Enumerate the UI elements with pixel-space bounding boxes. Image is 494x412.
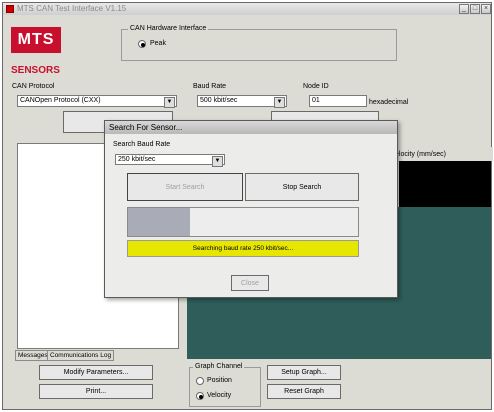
start-search-button[interactable]: Start Search	[127, 173, 243, 201]
protocol-value: CANOpen Protocol (CXX)	[20, 97, 101, 104]
search-dialog: Search For Sensor... Search Baud Rate 25…	[104, 120, 398, 298]
dialog-title: Search For Sensor...	[105, 121, 397, 134]
peak-label: Peak	[150, 40, 166, 47]
window-title: MTS CAN Test Interface V1.15	[17, 4, 127, 13]
node-id-input[interactable]: 01	[309, 95, 367, 107]
search-status-bar: Searching baud rate 250 kbit/sec...	[127, 240, 359, 257]
graph-channel-group: Graph Channel Position Velocity	[189, 363, 261, 407]
mts-logo: MTS	[11, 27, 61, 53]
search-baud-value: 250 kbit/sec	[118, 156, 156, 163]
velocity-radio[interactable]	[196, 392, 204, 400]
print-button[interactable]: Print...	[39, 384, 153, 399]
hardware-group-title: CAN Hardware Interface	[128, 25, 209, 32]
velocity-label: Velocity	[207, 392, 232, 399]
close-icon[interactable]: ×	[481, 4, 491, 14]
close-button[interactable]: Close	[231, 275, 269, 291]
app-icon	[6, 5, 14, 13]
tab-messages[interactable]: Messages	[15, 350, 51, 361]
baud-value: 500 kbit/sec	[200, 97, 238, 104]
stop-search-button[interactable]: Stop Search	[245, 173, 359, 201]
minimize-icon[interactable]: _	[459, 4, 469, 14]
node-label: Node ID	[303, 83, 329, 90]
baud-label: Baud Rate	[193, 83, 227, 90]
chart-header-label: elocity (mm/sec)	[395, 151, 446, 158]
tab-communications-log[interactable]: Communications Log	[47, 350, 115, 361]
position-label: Position	[207, 377, 232, 384]
protocol-select[interactable]: CANOpen Protocol (CXX) ▼	[17, 95, 177, 108]
chevron-down-icon: ▼	[212, 156, 223, 167]
modify-parameters-button[interactable]: Modify Parameters...	[39, 365, 153, 380]
setup-graph-button[interactable]: Setup Graph...	[267, 365, 341, 380]
search-baud-select[interactable]: 250 kbit/sec ▼	[115, 154, 225, 167]
baud-select[interactable]: 500 kbit/sec ▼	[197, 95, 287, 108]
chart-black-panel	[399, 161, 491, 207]
maximize-icon[interactable]: □	[470, 4, 480, 14]
chevron-down-icon: ▼	[164, 97, 175, 108]
search-baud-label: Search Baud Rate	[113, 141, 171, 148]
search-progress-bar	[127, 207, 359, 237]
position-radio[interactable]	[196, 377, 204, 385]
chevron-down-icon: ▼	[274, 97, 285, 108]
node-unit-label: hexadecimal	[369, 99, 409, 106]
progress-fill	[128, 208, 190, 236]
protocol-label: CAN Protocol	[12, 83, 55, 90]
peak-radio[interactable]	[138, 40, 146, 48]
graph-channel-title: Graph Channel	[193, 363, 245, 370]
logo-subtitle: SENSORS	[11, 65, 60, 76]
reset-graph-button[interactable]: Reset Graph	[267, 384, 341, 399]
hardware-group: CAN Hardware Interface Peak	[121, 25, 397, 61]
title-bar: MTS CAN Test Interface V1.15 _ □ ×	[3, 3, 491, 15]
